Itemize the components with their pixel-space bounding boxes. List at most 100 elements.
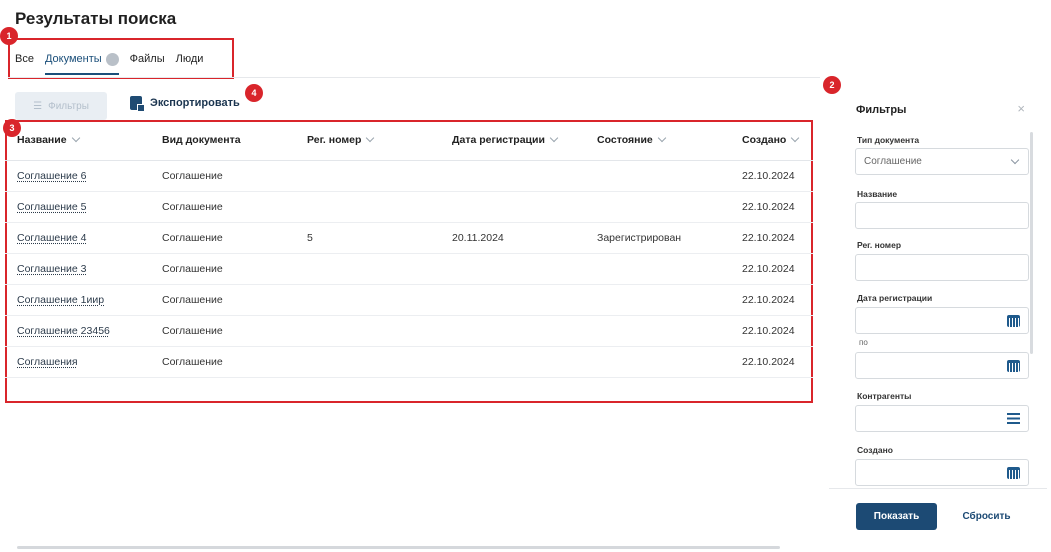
- close-icon[interactable]: ×: [1017, 101, 1025, 116]
- column-header-doc-type: Вид документа: [150, 120, 295, 161]
- cell-status: [585, 160, 730, 192]
- calendar-icon[interactable]: [1007, 467, 1020, 479]
- column-header-status[interactable]: Состояние: [585, 120, 730, 161]
- callout-marker-2: 2: [823, 76, 841, 94]
- reg-number-filter-input[interactable]: [855, 254, 1029, 281]
- cell-reg-number: [295, 191, 440, 223]
- filter-panel: Фильтры × Тип документа Соглашение Назва…: [829, 88, 1047, 550]
- table-row[interactable]: Соглашение 6 Соглашение 22.10.2024: [5, 160, 813, 192]
- cell-status: [585, 191, 730, 223]
- tab-all[interactable]: Все: [15, 49, 34, 69]
- document-link[interactable]: Соглашения: [5, 346, 150, 378]
- contractors-filter-label: Контрагенты: [857, 391, 912, 401]
- document-link[interactable]: Соглашение 5: [5, 191, 150, 223]
- export-button-label: Экспортировать: [150, 97, 240, 109]
- cell-reg-date: [440, 315, 585, 347]
- filter-panel-scrollbar[interactable]: [1030, 132, 1033, 354]
- panel-divider: [829, 488, 1047, 489]
- tab-all-label: Все: [15, 53, 34, 65]
- results-table: Название Вид документа Рег. номер Дата р…: [5, 120, 813, 403]
- contractors-filter-input[interactable]: [855, 405, 1029, 432]
- document-link[interactable]: Соглашение 3: [5, 253, 150, 285]
- cell-status: Зарегистрирован: [585, 222, 730, 254]
- cell-reg-date: 20.11.2024: [440, 222, 585, 254]
- tab-people[interactable]: Люди: [176, 49, 204, 69]
- tabs-bar: Все Документы Файлы Люди: [8, 40, 232, 78]
- column-header-reg-date[interactable]: Дата регистрации: [440, 120, 585, 161]
- created-filter-input[interactable]: [855, 459, 1029, 486]
- table-row[interactable]: Соглашение 4 Соглашение 5 20.11.2024 Зар…: [5, 222, 813, 254]
- document-link[interactable]: Соглашение 4: [5, 222, 150, 254]
- cell-doc-type: Соглашение: [150, 222, 295, 254]
- cell-doc-type: Соглашение: [150, 191, 295, 223]
- cell-created: 22.10.2024: [730, 346, 813, 378]
- chevron-down-icon: [1010, 155, 1020, 165]
- table-row[interactable]: Соглашение 3 Соглашение 22.10.2024: [5, 253, 813, 285]
- document-link[interactable]: Соглашение 6: [5, 160, 150, 192]
- cell-status: [585, 253, 730, 285]
- cell-status: [585, 284, 730, 316]
- reg-date-to-label: по: [859, 338, 868, 347]
- cell-reg-number: [295, 160, 440, 192]
- tabs-divider: [8, 77, 820, 78]
- table-row[interactable]: Соглашение 1иир Соглашение 22.10.2024: [5, 284, 813, 316]
- count-badge-icon: [105, 52, 119, 66]
- reg-date-to-input[interactable]: [855, 352, 1029, 379]
- sort-chevron-icon: [366, 133, 375, 142]
- document-link[interactable]: Соглашение 23456: [5, 315, 150, 347]
- table-row[interactable]: Соглашение 23456 Соглашение 22.10.2024: [5, 315, 813, 347]
- table-row[interactable]: Соглашения Соглашение 22.10.2024: [5, 346, 813, 378]
- filter-panel-title: Фильтры: [856, 104, 907, 116]
- filter-icon: ☰: [33, 100, 43, 112]
- callout-marker-4: 4: [245, 84, 263, 102]
- doc-type-value: Соглашение: [864, 156, 922, 167]
- cell-reg-number: [295, 346, 440, 378]
- callout-marker-1: 1: [0, 27, 18, 45]
- cell-status: [585, 346, 730, 378]
- filters-button[interactable]: ☰ Фильтры: [15, 92, 107, 120]
- created-filter-label: Создано: [857, 445, 893, 455]
- cell-created: 22.10.2024: [730, 160, 813, 192]
- cell-reg-date: [440, 346, 585, 378]
- name-filter-label: Название: [857, 189, 898, 199]
- callout-marker-3: 3: [3, 119, 21, 137]
- column-header-created[interactable]: Создано: [730, 120, 813, 161]
- cell-status: [585, 315, 730, 347]
- cell-doc-type: Соглашение: [150, 284, 295, 316]
- cell-doc-type: Соглашение: [150, 346, 295, 378]
- table-header-row: Название Вид документа Рег. номер Дата р…: [5, 120, 813, 161]
- cell-created: 22.10.2024: [730, 191, 813, 223]
- horizontal-scrollbar[interactable]: [17, 546, 780, 549]
- cell-reg-number: [295, 284, 440, 316]
- list-icon[interactable]: [1007, 413, 1020, 424]
- name-filter-input[interactable]: [855, 202, 1029, 229]
- filters-button-label: Фильтры: [48, 100, 89, 112]
- calendar-icon[interactable]: [1007, 315, 1020, 327]
- cell-created: 22.10.2024: [730, 222, 813, 254]
- cell-reg-date: [440, 284, 585, 316]
- doc-type-select[interactable]: Соглашение: [855, 148, 1029, 175]
- cell-doc-type: Соглашение: [150, 315, 295, 347]
- page-title: Результаты поиска: [15, 9, 177, 28]
- cell-reg-number: [295, 315, 440, 347]
- export-button[interactable]: Экспортировать: [130, 96, 240, 112]
- reset-button[interactable]: Сбросить: [946, 503, 1027, 530]
- calendar-icon[interactable]: [1007, 360, 1020, 372]
- cell-reg-date: [440, 160, 585, 192]
- cell-created: 22.10.2024: [730, 284, 813, 316]
- show-button[interactable]: Показать: [856, 503, 937, 530]
- cell-reg-date: [440, 191, 585, 223]
- tab-documents[interactable]: Документы: [44, 49, 119, 75]
- document-link[interactable]: Соглашение 1иир: [5, 284, 150, 316]
- column-header-name[interactable]: Название: [5, 120, 150, 161]
- column-header-reg-number[interactable]: Рег. номер: [295, 120, 440, 161]
- cell-doc-type: Соглашение: [150, 253, 295, 285]
- table-row[interactable]: Соглашение 5 Соглашение 22.10.2024: [5, 191, 813, 223]
- cell-created: 22.10.2024: [730, 253, 813, 285]
- sort-chevron-icon: [657, 133, 666, 142]
- tab-files[interactable]: Файлы: [130, 49, 165, 69]
- cell-reg-number: [295, 253, 440, 285]
- reg-date-from-input[interactable]: [855, 307, 1029, 334]
- cell-created: 22.10.2024: [730, 315, 813, 347]
- doc-type-label: Тип документа: [857, 135, 920, 145]
